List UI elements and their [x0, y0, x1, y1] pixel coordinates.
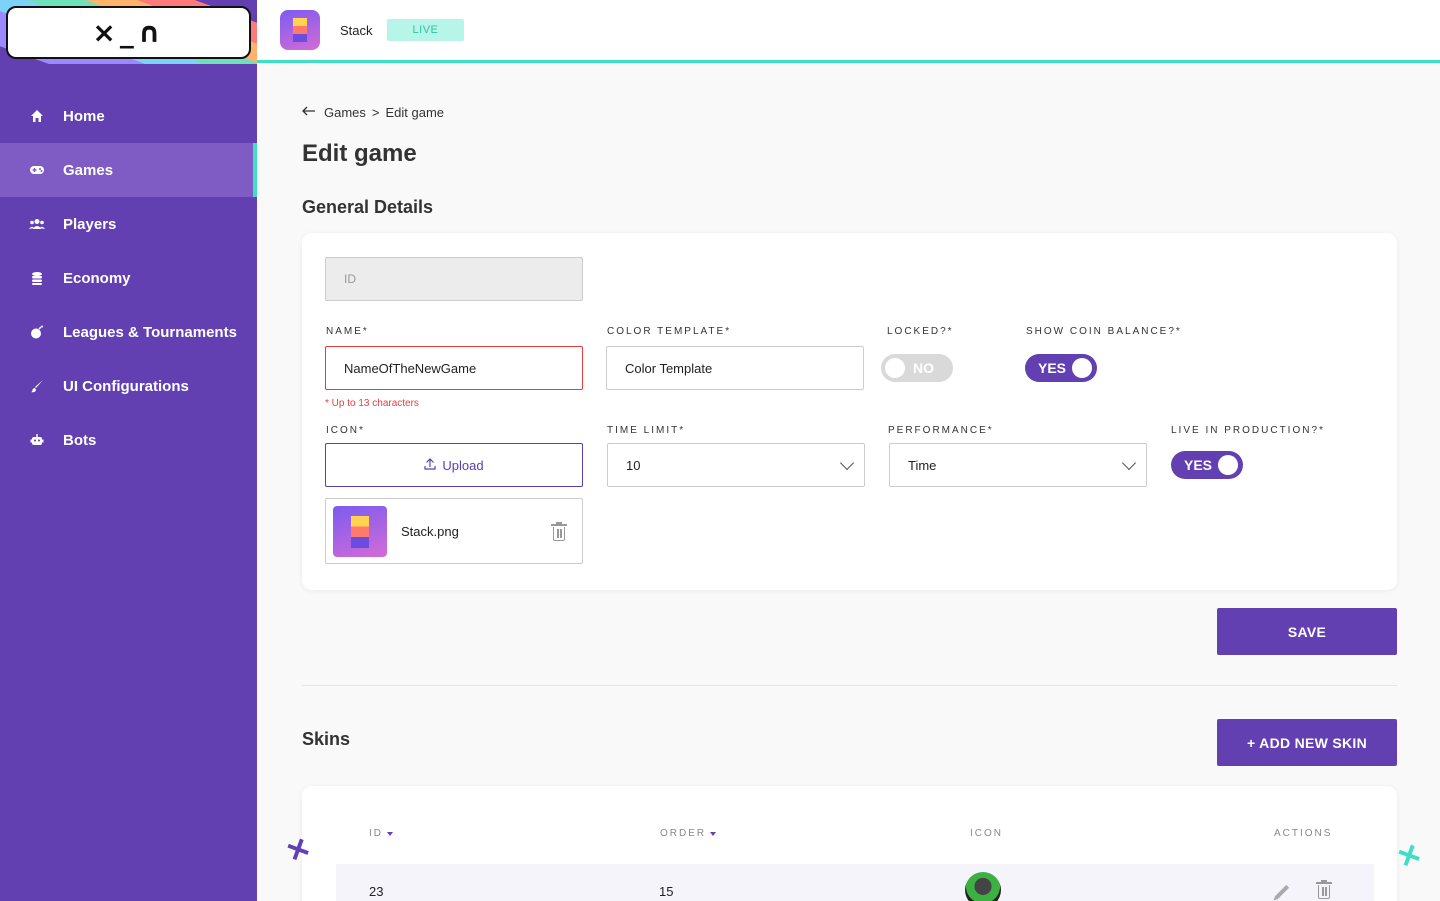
performance-select[interactable]: Time	[889, 443, 1147, 487]
column-header-id[interactable]: ID	[369, 828, 393, 839]
home-icon	[29, 108, 45, 124]
column-header-label: ACTIONS	[1274, 828, 1333, 839]
sidebar-item-leagues-tournaments[interactable]: Leagues & Tournaments	[0, 305, 257, 359]
time-limit-value: 10	[626, 457, 641, 473]
brush-icon	[29, 378, 45, 394]
sort-caret-icon	[710, 831, 717, 836]
file-name: Stack.png	[401, 524, 459, 539]
topbar: Stack LIVE	[257, 0, 1440, 63]
column-header-actions: ACTIONS	[1274, 828, 1332, 839]
name-helper-text: * Up to 13 characters	[325, 398, 419, 409]
color-template-field[interactable]: Color Template	[606, 346, 864, 390]
sidebar-item-home[interactable]: Home	[0, 89, 257, 143]
performance-value: Time	[908, 457, 937, 473]
logo[interactable]: ×_∩	[6, 6, 251, 59]
live-in-production-toggle[interactable]: YES	[1171, 451, 1243, 479]
bomb-icon	[29, 324, 45, 340]
column-header-label: ID	[369, 828, 383, 839]
sidebar-item-label: Bots	[63, 431, 97, 449]
time-limit-label: TIME LIMIT*	[607, 425, 686, 436]
sidebar-item-label: Games	[63, 161, 114, 179]
name-label: NAME*	[326, 326, 369, 337]
color-template-value: Color Template	[625, 360, 713, 376]
add-new-skin-button[interactable]: + ADD NEW SKIN	[1217, 719, 1397, 766]
general-details-title: General Details	[302, 197, 434, 217]
gamepad-icon	[29, 162, 45, 178]
sort-caret-icon	[387, 831, 393, 836]
game-name: Stack	[340, 22, 373, 38]
users-icon	[29, 216, 45, 232]
logo-face: ×_∩	[92, 15, 165, 49]
column-header-label: ORDER	[660, 828, 707, 839]
delete-skin-icon[interactable]	[1316, 880, 1332, 899]
breadcrumb: Games > Edit game	[302, 103, 444, 121]
coins-icon	[29, 270, 45, 286]
id-placeholder: ID	[344, 272, 356, 286]
show-coin-balance-label: SHOW COIN BALANCE?*	[1026, 326, 1182, 337]
toggle-knob	[1072, 358, 1092, 378]
id-field: ID	[325, 257, 583, 301]
sidebar-item-bots[interactable]: Bots	[0, 413, 257, 467]
sidebar-nav: Home Games Players Economy Leagues & Tou…	[0, 89, 257, 467]
save-button[interactable]: SAVE	[1217, 608, 1397, 655]
time-limit-select[interactable]: 10	[607, 443, 865, 487]
upload-icon	[424, 457, 436, 473]
upload-button[interactable]: Upload	[325, 443, 583, 487]
toggle-knob	[885, 358, 905, 378]
page-title: Edit game	[302, 140, 417, 167]
sidebar-item-label: Players	[63, 215, 117, 233]
locked-toggle-label: NO	[913, 360, 934, 376]
file-thumbnail	[333, 506, 387, 557]
live-in-production-toggle-label: YES	[1184, 457, 1213, 473]
status-badge: LIVE	[386, 19, 465, 41]
delete-file-icon[interactable]	[551, 522, 567, 541]
sidebar-item-players[interactable]: Players	[0, 197, 257, 251]
sidebar-item-label: Home	[63, 107, 105, 125]
skins-title: Skins	[302, 729, 351, 749]
logo-area: ×_∩	[0, 0, 257, 64]
sidebar-item-label: Economy	[63, 269, 131, 287]
icon-label: ICON*	[326, 425, 365, 436]
skin-order: 15	[659, 884, 674, 899]
skin-icon-image	[965, 872, 1001, 901]
general-details-card: ID NAME* NameOfTheNewGame * Up to 13 cha…	[302, 233, 1397, 590]
table-row[interactable]: 23 15	[336, 864, 1374, 901]
breadcrumb-separator: >	[371, 104, 380, 120]
robot-icon	[29, 432, 45, 448]
show-coin-balance-toggle-label: YES	[1038, 360, 1067, 376]
color-template-label: COLOR TEMPLATE*	[607, 326, 732, 337]
edit-pencil-icon[interactable]	[1274, 884, 1290, 900]
game-thumbnail	[280, 10, 320, 50]
name-field[interactable]: NameOfTheNewGame	[325, 346, 583, 390]
sidebar-item-games[interactable]: Games	[0, 143, 257, 197]
live-in-production-label: LIVE IN PRODUCTION?*	[1171, 425, 1325, 436]
skin-id: 23	[369, 884, 384, 899]
name-value: NameOfTheNewGame	[344, 360, 477, 376]
performance-label: PERFORMANCE*	[888, 425, 994, 436]
sidebar-item-economy[interactable]: Economy	[0, 251, 257, 305]
sidebar: ×_∩ Home Games Players Economy Leagues &…	[0, 0, 257, 901]
section-divider	[302, 685, 1397, 686]
sidebar-item-label: UI Configurations	[63, 377, 189, 395]
sidebar-item-ui-configurations[interactable]: UI Configurations	[0, 359, 257, 413]
breadcrumb-current: Edit game	[385, 104, 445, 120]
toggle-knob	[1218, 455, 1238, 475]
show-coin-balance-toggle[interactable]: YES	[1025, 354, 1097, 382]
locked-label: LOCKED?*	[887, 326, 954, 337]
upload-label: Upload	[442, 457, 484, 473]
breadcrumb-parent[interactable]: Games	[324, 105, 366, 120]
skins-table: ID ORDER ICON ACTIONS 23 15	[302, 786, 1397, 901]
sidebar-item-label: Leagues & Tournaments	[63, 323, 237, 341]
back-arrow-icon[interactable]	[302, 103, 316, 121]
chevron-down-icon	[1121, 455, 1137, 471]
locked-toggle[interactable]: NO	[881, 354, 953, 382]
chevron-down-icon	[839, 455, 855, 471]
column-header-order[interactable]: ORDER	[660, 828, 717, 839]
column-header-icon: ICON	[970, 828, 1003, 839]
uploaded-file-card: Stack.png	[325, 498, 583, 564]
column-header-label: ICON	[970, 828, 1003, 839]
